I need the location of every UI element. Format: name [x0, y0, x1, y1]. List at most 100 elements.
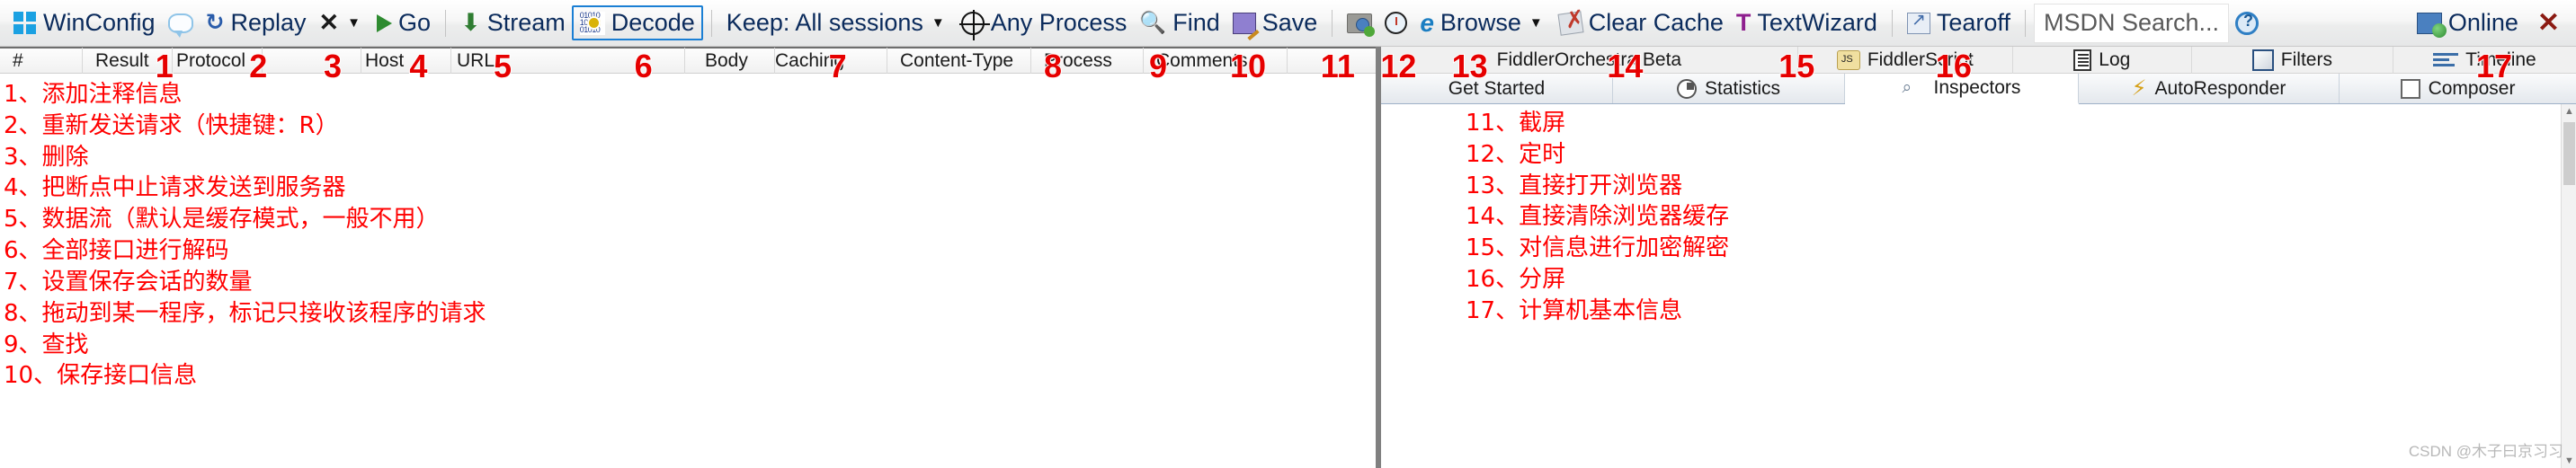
column-header-comments[interactable]: Comments: [1144, 47, 1288, 75]
tab-statistics[interactable]: Statistics: [1613, 74, 1845, 103]
tab-autoresponder[interactable]: ⚡ AutoResponder: [2079, 74, 2340, 103]
toolbar-online-status[interactable]: Online: [2411, 8, 2525, 38]
annotation-line: 4、把断点中止请求发送到服务器: [4, 174, 346, 202]
tab-fiddlerscript[interactable]: FiddlerScript: [1798, 46, 2013, 74]
left-annotation-area: 1、添加注释信息 2、重新发送请求（快捷键：R） 3、删除 4、把断点中止请求发…: [0, 74, 1370, 468]
toolbar-keep-sessions-dropdown[interactable]: Keep: All sessions ▼: [720, 8, 955, 38]
annotation-line: 12、定时: [1466, 140, 1566, 168]
toolbar-winconfig-label: WinConfig: [43, 9, 156, 36]
annotation-line: 9、查找: [4, 331, 89, 358]
column-header-content-type[interactable]: Content-Type: [887, 47, 1031, 75]
toolbar-online-label: Online: [2447, 9, 2518, 36]
close-icon[interactable]: ✕: [2525, 7, 2569, 39]
column-header-protocol[interactable]: Protocol: [173, 47, 263, 75]
scroll-up-icon[interactable]: ▲: [2564, 106, 2574, 117]
toolbar-timer-button[interactable]: [1378, 9, 1413, 37]
toolbar-remove-button[interactable]: ✕ ▼: [313, 8, 370, 38]
chevron-down-icon[interactable]: ▼: [1529, 16, 1543, 30]
tab-get-started[interactable]: Get Started: [1381, 74, 1613, 103]
toolbar-replay-button[interactable]: ↻ Replay: [200, 8, 313, 38]
annotation-line: 17、计算机基本信息: [1466, 296, 1683, 324]
toolbar-save-label: Save: [1261, 9, 1318, 36]
timer-clock-icon: [1385, 12, 1408, 34]
online-globe-icon: [2416, 12, 2447, 38]
autoresponder-icon: ⚡: [2131, 76, 2147, 101]
toolbar-screenshot-button[interactable]: [1341, 11, 1378, 37]
toolbar-find-button[interactable]: 🔍 Find: [1133, 8, 1226, 38]
toolbar-any-process-button[interactable]: Any Process: [955, 8, 1134, 40]
annotation-line: 15、对信息进行加密解密: [1466, 234, 1730, 262]
help-question-icon: [2235, 11, 2260, 35]
toolbar-help-button[interactable]: [2229, 9, 2265, 38]
toolbar-save-button[interactable]: Save: [1226, 8, 1324, 38]
stream-arrow-icon: ⬇: [460, 9, 481, 36]
main-toolbar: WinConfig ↻ Replay ✕ ▼ Go ⬇ Stream 01010…: [0, 0, 2576, 47]
chevron-down-icon[interactable]: ▼: [347, 16, 361, 30]
right-panel-tabs-secondary: Get Started Statistics ⌕ Inspectors ⚡ Au…: [1381, 74, 2576, 104]
textwizard-icon: T: [1735, 9, 1752, 36]
windows-logo-icon: [13, 11, 37, 35]
watermark: CSDN @木子曰京习习: [2408, 443, 2563, 460]
tab-fiddlerscript-label: FiddlerScript: [1867, 49, 1974, 70]
msdn-search-input[interactable]: MSDN Search...: [2033, 3, 2230, 43]
column-header-url[interactable]: URL: [451, 47, 685, 75]
chevron-down-icon[interactable]: ▼: [931, 16, 945, 30]
browse-ie-icon: e: [1420, 8, 1434, 37]
column-header-blank[interactable]: [263, 47, 361, 75]
right-panel-scrollbar[interactable]: ▲ ▼: [2561, 104, 2576, 468]
toolbar-divider: [445, 9, 447, 37]
column-header-process[interactable]: Process: [1031, 47, 1144, 75]
annotation-line: 16、分屏: [1466, 266, 1566, 294]
scroll-down-icon[interactable]: ▼: [2564, 455, 2574, 466]
tab-composer[interactable]: Composer: [2340, 74, 2576, 103]
log-icon: [2073, 49, 2092, 71]
toolbar-textwizard-button[interactable]: T TextWizard: [1730, 8, 1884, 38]
tab-filters-label: Filters: [2280, 49, 2332, 70]
toolbar-tearoff-button[interactable]: Tearoff: [1901, 8, 2017, 38]
statistics-icon: [1676, 78, 1697, 99]
tab-inspectors-label: Inspectors: [1933, 77, 2021, 98]
annotation-line: 2、重新发送请求（快捷键：R）: [4, 111, 339, 139]
toolbar-divider: [710, 9, 712, 37]
toolbar-browse-label: Browse: [1440, 9, 1521, 36]
remove-x-icon: ✕: [318, 9, 340, 36]
tab-filters[interactable]: Filters: [2192, 46, 2393, 74]
tab-inspectors[interactable]: ⌕ Inspectors: [1845, 74, 2079, 104]
toolbar-stream-label: Stream: [486, 9, 566, 36]
column-header-host[interactable]: Host: [361, 47, 451, 75]
toolbar-any-process-label: Any Process: [990, 9, 1128, 36]
tab-timeline-label: Timeline: [2465, 49, 2536, 70]
timeline-icon: [2433, 52, 2459, 68]
toolbar-browse-button[interactable]: e Browse ▼: [1413, 8, 1552, 39]
save-disk-icon: [1232, 12, 1256, 34]
column-header-caching[interactable]: Caching: [775, 47, 887, 75]
annotation-line: 6、全部接口进行解码: [4, 237, 229, 265]
tab-fiddler-orchestra[interactable]: FiddlerOrchestra Beta: [1381, 46, 1798, 74]
toolbar-decode-button[interactable]: 01010 10101 01010 Decode: [571, 5, 703, 40]
filters-checkbox-icon: [2251, 49, 2274, 71]
toolbar-go-label: Go: [398, 9, 432, 36]
tab-statistics-label: Statistics: [1704, 77, 1781, 99]
column-header-index[interactable]: #: [0, 47, 83, 75]
column-header-result[interactable]: Result: [83, 47, 173, 75]
annotation-line: 8、拖动到某一程序，标记只接收该程序的请求: [4, 299, 486, 327]
annotation-line: 14、直接清除浏览器缓存: [1466, 203, 1730, 231]
column-header-body[interactable]: Body: [685, 47, 775, 75]
toolbar-replay-label: Replay: [230, 9, 307, 36]
toolbar-winconfig-button[interactable]: WinConfig: [7, 8, 162, 38]
annotation-line: 3、删除: [4, 143, 89, 171]
replay-icon: ↻: [205, 10, 225, 35]
toolbar-divider: [1891, 9, 1893, 37]
tab-fiddler-orchestra-label: FiddlerOrchestra Beta: [1496, 49, 1682, 70]
tab-composer-label: Composer: [2428, 77, 2516, 99]
scrollbar-thumb[interactable]: [2563, 122, 2575, 185]
composer-icon: [2400, 78, 2420, 99]
tab-timeline[interactable]: Timeline: [2393, 47, 2576, 74]
toolbar-go-button[interactable]: Go: [370, 8, 437, 38]
toolbar-comment-button[interactable]: [162, 11, 200, 38]
inspectors-icon: ⌕: [1902, 78, 1912, 97]
toolbar-stream-button[interactable]: ⬇ Stream: [454, 8, 572, 38]
annotation-line: 10、保存接口信息: [4, 362, 198, 390]
toolbar-clear-cache-button[interactable]: Clear Cache: [1553, 8, 1730, 38]
tab-log[interactable]: Log: [2013, 46, 2192, 74]
